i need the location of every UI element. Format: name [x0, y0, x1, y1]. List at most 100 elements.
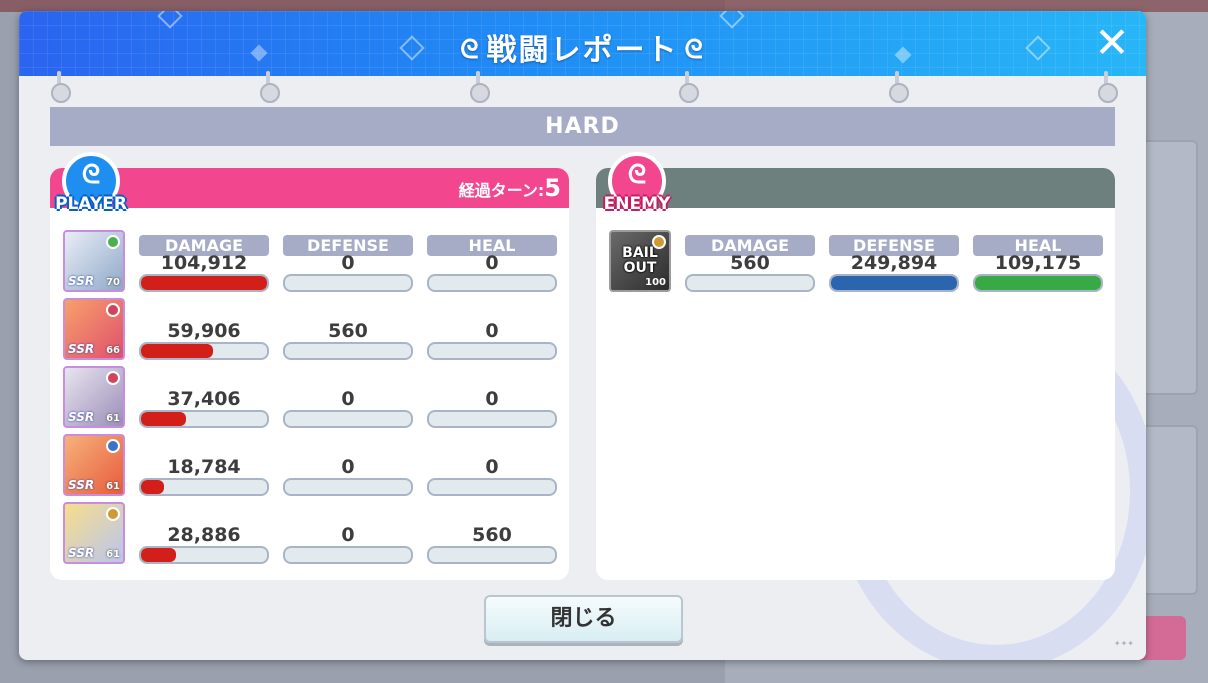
wing-icon: ᘓ	[460, 35, 481, 65]
ring-icon	[260, 71, 280, 103]
background-card	[1140, 425, 1198, 595]
heal-bar	[973, 274, 1103, 292]
defense-bar	[283, 342, 413, 360]
enemy-row: BAIL OUT 100 DAMAGE 560 DEFENSE 249,894 HEAL 109…	[596, 230, 1115, 292]
binder-rings	[19, 71, 1146, 103]
battle-report-dialog: ᘓ 戦闘レポート ᘓ ✕ HARD 経過ターン:5 ᘓ PLAYER SSR 70 DA…	[19, 11, 1146, 660]
rarity-label: SSR	[68, 546, 95, 560]
ring-icon	[889, 71, 909, 103]
player-avatar[interactable]: SSR 70	[63, 230, 125, 292]
damage-stat: DAMAGE 104,912	[139, 230, 269, 292]
bail-out-label: BAIL OUT	[611, 246, 669, 276]
wing-icon: ᘓ	[81, 160, 101, 190]
defense-value: 249,894	[850, 252, 938, 274]
heal-stat: 0	[427, 366, 557, 428]
defense-value: 0	[341, 388, 355, 410]
player-row: SSR 66 59,906 560 0	[50, 298, 569, 360]
ring-icon	[470, 71, 490, 103]
heal-stat: HEAL 0	[427, 230, 557, 292]
level-label: 100	[645, 277, 666, 288]
background-card	[1140, 140, 1198, 395]
damage-bar-fill	[141, 480, 164, 494]
defense-bar	[829, 274, 959, 292]
ring-icon	[1098, 71, 1118, 103]
heal-bar	[427, 410, 557, 428]
damage-bar-fill	[141, 412, 187, 426]
defense-stat: 0	[283, 434, 413, 496]
damage-bar-fill	[141, 548, 177, 562]
attribute-icon	[106, 303, 120, 317]
damage-value: 28,886	[167, 524, 241, 546]
heal-stat: 560	[427, 502, 557, 564]
rarity-label: SSR	[68, 274, 95, 288]
damage-stat: 28,886	[139, 502, 269, 564]
level-label: 70	[106, 277, 120, 288]
player-panel: 経過ターン:5 ᘓ PLAYER SSR 70 DAMAGE 104,912 DEFEN…	[50, 152, 569, 580]
heal-bar	[427, 478, 557, 496]
defense-bar	[283, 410, 413, 428]
heal-value: 0	[485, 252, 499, 274]
defense-stat: DEFENSE 249,894	[829, 230, 959, 292]
damage-stat: 59,906	[139, 298, 269, 360]
defense-value: 560	[328, 320, 368, 342]
player-row: SSR 61 18,784 0 0	[50, 434, 569, 496]
heal-bar	[427, 274, 557, 292]
defense-value: 0	[341, 252, 355, 274]
close-icon[interactable]: ✕	[1090, 21, 1134, 65]
enemy-avatar[interactable]: BAIL OUT 100	[609, 230, 671, 292]
damage-bar	[685, 274, 815, 292]
player-avatar[interactable]: SSR 61	[63, 434, 125, 496]
damage-bar-fill	[141, 344, 213, 358]
bail-out-text: OUT	[623, 260, 657, 276]
damage-stat: 37,406	[139, 366, 269, 428]
difficulty-label: HARD	[50, 107, 1115, 146]
wing-icon: ᘓ	[684, 35, 705, 65]
damage-bar-fill	[141, 276, 267, 290]
defense-bar	[283, 478, 413, 496]
damage-bar	[139, 342, 269, 360]
defense-stat: 560	[283, 298, 413, 360]
heal-value: 560	[472, 524, 512, 546]
attribute-icon	[106, 235, 120, 249]
enemy-badge: ᘓ ENEMY	[594, 152, 680, 224]
level-label: 61	[106, 549, 120, 560]
defense-stat: 0	[283, 502, 413, 564]
enemy-panel: ᘓ ENEMY BAIL OUT 100 DAMAGE 560 DEFENSE 249,89…	[596, 152, 1115, 580]
heal-stat: HEAL 109,175	[973, 230, 1103, 292]
attribute-icon	[106, 439, 120, 453]
ring-icon	[51, 71, 71, 103]
defense-bar	[283, 546, 413, 564]
defense-stat: DEFENSE 0	[283, 230, 413, 292]
damage-value: 18,784	[167, 456, 241, 478]
damage-bar	[139, 478, 269, 496]
player-badge: ᘓ PLAYER	[48, 152, 134, 224]
player-avatar[interactable]: SSR 61	[63, 366, 125, 428]
damage-value: 37,406	[167, 388, 241, 410]
heal-bar	[427, 546, 557, 564]
heal-value: 0	[485, 388, 499, 410]
rarity-label: SSR	[68, 342, 95, 356]
enemy-badge-label: ENEMY	[603, 194, 671, 214]
heal-value: 0	[485, 456, 499, 478]
rarity-label: SSR	[68, 410, 95, 424]
elapsed-turns: 経過ターン:5	[459, 174, 561, 202]
level-label: 66	[106, 345, 120, 356]
damage-value: 59,906	[167, 320, 241, 342]
damage-value: 560	[730, 252, 770, 274]
title-bar: ᘓ 戦闘レポート ᘓ ✕	[19, 11, 1146, 76]
player-row: SSR 61 28,886 0 560	[50, 502, 569, 564]
attribute-icon	[106, 507, 120, 521]
defense-stat: 0	[283, 366, 413, 428]
defense-bar	[283, 274, 413, 292]
player-badge-label: PLAYER	[55, 194, 127, 214]
player-avatar[interactable]: SSR 66	[63, 298, 125, 360]
heal-value: 109,175	[994, 252, 1082, 274]
player-row: SSR 61 37,406 0 0	[50, 366, 569, 428]
ring-icon	[679, 71, 699, 103]
heal-stat: 0	[427, 434, 557, 496]
elapsed-turns-label: 経過ターン:	[458, 181, 545, 200]
damage-stat: 18,784	[139, 434, 269, 496]
player-avatar[interactable]: SSR 61	[63, 502, 125, 564]
close-button[interactable]: 閉じる	[484, 595, 683, 643]
damage-stat: DAMAGE 560	[685, 230, 815, 292]
